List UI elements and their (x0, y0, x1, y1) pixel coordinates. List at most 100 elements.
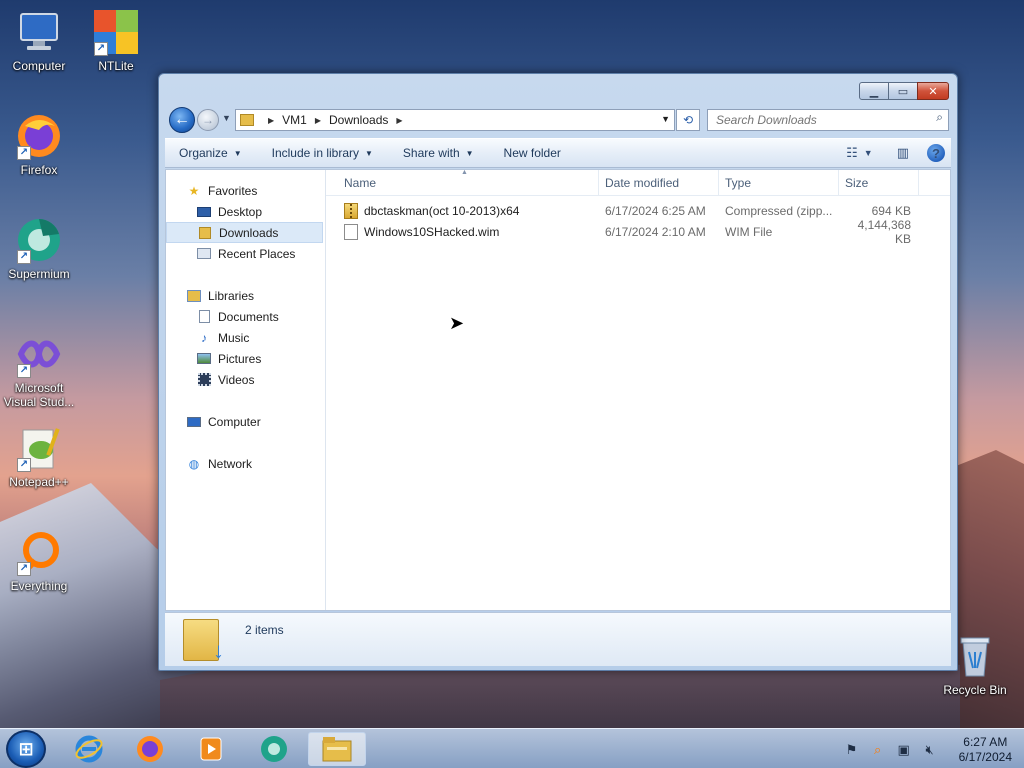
nav-label: Desktop (218, 204, 263, 219)
details-pane: 2 items (165, 612, 951, 666)
everything-tray-icon[interactable]: ⌕ (869, 742, 887, 758)
file-name-cell: Windows10SHacked.wim (326, 223, 599, 240)
desktop-icon-ntlite[interactable]: ↗ NTLite (77, 8, 155, 73)
desktop-icon-computer[interactable]: Computer (0, 8, 78, 73)
clock-time: 6:27 AM (963, 735, 1008, 749)
desktop-icon-firefox[interactable]: ↗ Firefox (0, 112, 78, 177)
forward-button[interactable]: → (197, 109, 219, 131)
desktop-icon-everything[interactable]: ↗ Everything (0, 528, 78, 593)
nav-recent-places[interactable]: Recent Places (166, 243, 325, 264)
breadcrumb-vm1[interactable]: VM1 (282, 113, 307, 127)
breadcrumb-downloads[interactable]: Downloads (329, 113, 388, 127)
desktop-icon-supermium[interactable]: ↗ Supermium (0, 216, 78, 281)
navigation-pane[interactable]: ★ Favorites Desktop Downloads Recent Plac… (166, 170, 326, 610)
preview-pane-button[interactable]: ▥ (897, 145, 909, 161)
recent-pages-dropdown[interactable]: ▼ (222, 113, 231, 123)
visual-studio-icon: ↗ (15, 330, 63, 378)
ntlite-icon: ↗ (92, 8, 140, 56)
item-count: 2 items (245, 623, 284, 637)
address-dropdown-icon[interactable]: ▼ (661, 114, 670, 124)
table-row[interactable]: Windows10SHacked.wim 6/17/2024 2:10 AM W… (326, 218, 950, 246)
nav-label: Computer (208, 414, 261, 429)
minimize-button[interactable]: ▁ (859, 82, 889, 100)
shortcut-arrow-icon: ↗ (17, 250, 31, 264)
mouse-cursor-icon: ➤ (449, 313, 465, 333)
nav-network[interactable]: ◍ Network (166, 453, 325, 474)
shortcut-arrow-icon: ↗ (17, 562, 31, 576)
taskbar-firefox[interactable] (121, 732, 179, 766)
column-header-date-modified[interactable]: Date modified (599, 170, 719, 195)
address-bar[interactable]: ▶ VM1 ▶ Downloads ▶ ▼ (235, 109, 675, 131)
column-header-name[interactable]: ▲ Name (326, 169, 599, 195)
maximize-button[interactable]: ▭ (888, 82, 918, 100)
organize-button[interactable]: Organize ▼ (179, 146, 242, 160)
desktop-icon-visual-studio[interactable]: ↗ Microsoft Visual Stud... (0, 330, 78, 409)
network-icon[interactable]: ▣ (895, 742, 913, 758)
nav-label: Favorites (208, 183, 258, 198)
folder-icon (240, 114, 254, 126)
nav-libraries[interactable]: Libraries (166, 285, 325, 306)
refresh-button[interactable]: ⟲ (676, 109, 700, 131)
nav-desktop[interactable]: Desktop (166, 201, 325, 222)
forward-arrow-icon: → (202, 113, 214, 127)
taskbar-windows-explorer[interactable] (308, 732, 366, 766)
desktop-icon-label: Supermium (8, 267, 70, 281)
monitor-icon (15, 8, 63, 56)
include-in-library-label: Include in library (271, 146, 359, 160)
nav-documents[interactable]: Documents (166, 306, 325, 327)
nav-label: Downloads (219, 225, 279, 240)
volume-muted-icon[interactable]: 🔇︎ (921, 742, 939, 758)
desktop-icon-label: Notepad++ (9, 475, 69, 489)
nav-computer[interactable]: Computer (166, 411, 325, 432)
sort-indicator-icon: ▲ (461, 169, 468, 176)
firefox-icon: ↗ (15, 112, 63, 160)
explorer-window[interactable]: ▁ ▭ ✕ ← → ▼ ▶ VM1 ▶ Downloads ▶ ▼ ⟲ ⌕ Or… (158, 73, 958, 671)
back-button[interactable]: ← (169, 107, 195, 133)
file-date: 6/17/2024 2:10 AM (605, 224, 706, 239)
search-icon[interactable]: ⌕ (936, 110, 943, 125)
new-folder-button[interactable]: New folder (504, 146, 561, 160)
shortcut-arrow-icon: ↗ (17, 364, 31, 378)
desktop-icon-notepadpp[interactable]: ↗ Notepad++ (0, 424, 78, 489)
view-dropdown-icon[interactable]: ▼ (864, 148, 873, 158)
refresh-icon: ⟲ (682, 113, 694, 127)
include-in-library-button[interactable]: Include in library ▼ (272, 146, 373, 160)
search-input[interactable] (707, 109, 949, 131)
breadcrumb-separator-icon[interactable]: ▶ (315, 116, 321, 125)
file-size: 4,144,368 KB (857, 217, 911, 246)
change-view-button[interactable]: ☷ (846, 145, 858, 161)
network-icon: ◍ (188, 456, 200, 471)
music-icon: ♪ (201, 330, 207, 345)
nav-videos[interactable]: Videos (166, 369, 325, 390)
nav-favorites[interactable]: ★ Favorites (166, 180, 325, 201)
flag-icon[interactable]: ⚑ (843, 742, 861, 758)
taskbar-internet-explorer[interactable] (60, 732, 118, 766)
start-button[interactable]: ⊞ (6, 730, 46, 768)
nav-label: Network (208, 456, 253, 471)
everything-icon: ↗ (15, 528, 63, 576)
file-icon (344, 223, 358, 240)
taskbar: ⊞ ⚑ ⌕ ▣ 🔇︎ 6:27 AM 6/17/2024 (0, 728, 1024, 768)
column-label: Date modified (605, 175, 680, 190)
file-name: dbctaskman(oct 10-2013)x64 (364, 203, 520, 218)
nav-label: Music (218, 330, 250, 345)
nav-downloads[interactable]: Downloads (166, 222, 323, 243)
nav-label: Pictures (218, 351, 262, 366)
organize-label: Organize (179, 146, 228, 160)
nav-pictures[interactable]: Pictures (166, 348, 325, 369)
help-icon[interactable]: ? (927, 144, 945, 162)
nav-music[interactable]: ♪ Music (166, 327, 325, 348)
taskbar-supermium[interactable] (245, 732, 303, 766)
column-header-type[interactable]: Type (719, 170, 839, 195)
breadcrumb-separator-icon[interactable]: ▶ (268, 116, 274, 125)
close-button[interactable]: ✕ (917, 82, 949, 100)
share-with-button[interactable]: Share with ▼ (403, 146, 474, 160)
file-list: dbctaskman(oct 10-2013)x64 6/17/2024 6:2… (326, 200, 950, 246)
breadcrumb-separator-icon[interactable]: ▶ (396, 116, 402, 125)
taskbar-media-player[interactable] (182, 732, 240, 766)
clock[interactable]: 6:27 AM 6/17/2024 (959, 735, 1012, 765)
column-header-size[interactable]: Size (839, 170, 919, 195)
recent-places-icon (196, 246, 212, 262)
file-list-pane[interactable]: ▲ Name Date modified Type Size dbctaskman… (326, 169, 950, 610)
desktop-icon-label: Everything (10, 579, 68, 593)
